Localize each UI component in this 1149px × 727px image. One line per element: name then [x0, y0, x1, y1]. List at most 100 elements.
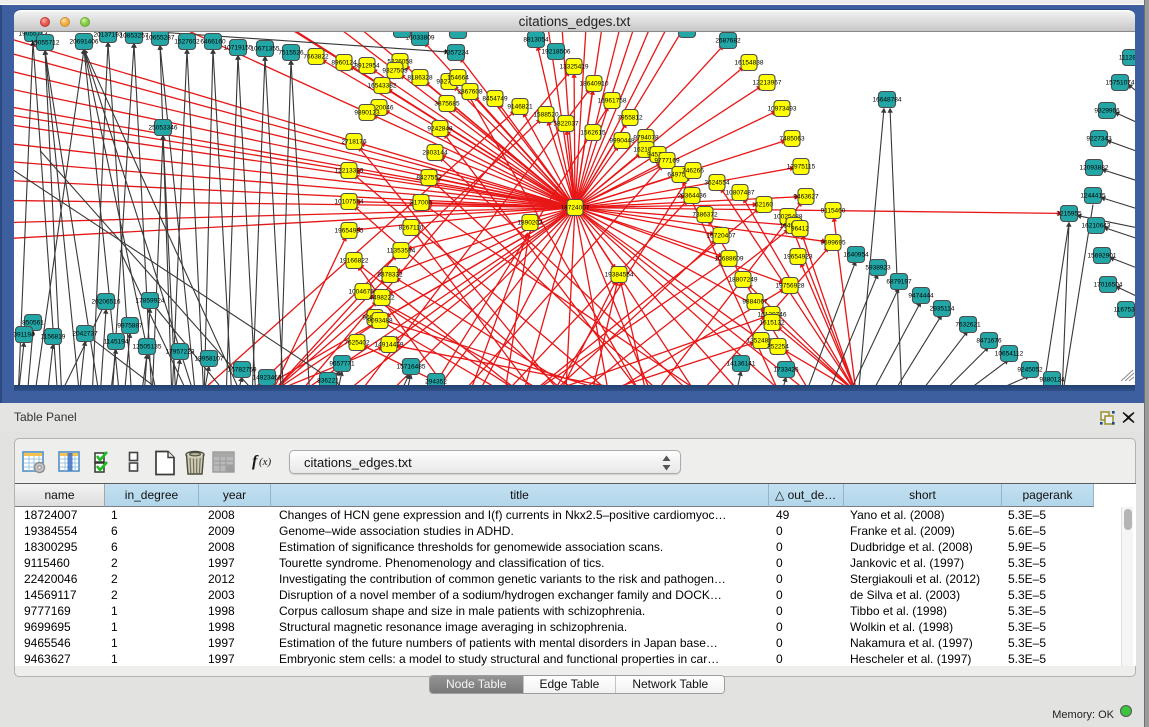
svg-text:17957223: 17957223 [166, 348, 195, 355]
svg-text:18807249: 18807249 [729, 276, 758, 283]
svg-text:9242848: 9242848 [427, 125, 453, 132]
svg-text:19654923: 19654923 [784, 253, 813, 260]
svg-text:9227343: 9227343 [1086, 135, 1112, 142]
svg-text:2867608: 2867608 [457, 88, 483, 95]
svg-text:9327503: 9327503 [382, 67, 408, 74]
svg-text:2935114: 2935114 [930, 305, 955, 312]
svg-text:6466160: 6466160 [200, 38, 226, 45]
svg-text:14136141: 14136141 [727, 360, 756, 367]
svg-text:10853257: 10853257 [120, 32, 149, 39]
svg-text:9093488: 9093488 [367, 317, 393, 324]
svg-text:9329966: 9329966 [1094, 107, 1120, 114]
svg-text:16210643: 16210643 [1082, 222, 1111, 229]
svg-text:19958107: 19958107 [195, 355, 224, 362]
svg-text:62160: 62160 [755, 201, 773, 208]
svg-text:7357224: 7357224 [443, 49, 469, 56]
svg-text:2803144: 2803144 [422, 149, 448, 156]
svg-text:19055712: 19055712 [31, 39, 60, 46]
svg-text:8186328: 8186328 [407, 74, 433, 81]
svg-text:1562615: 1562615 [580, 129, 606, 136]
svg-text:19384554: 19384554 [605, 271, 634, 278]
svg-text:19654985: 19654985 [335, 227, 364, 234]
svg-text:6879197: 6879197 [886, 278, 912, 285]
svg-text:1167534: 1167534 [1114, 306, 1135, 313]
svg-text:25053346: 25053346 [149, 124, 178, 131]
svg-text:10107554: 10107554 [335, 198, 364, 205]
svg-text:20691406: 20691406 [70, 38, 99, 45]
svg-text:20137193: 20137193 [94, 32, 123, 39]
svg-text:10973493: 10973493 [768, 105, 797, 112]
svg-text:391194: 391194 [14, 331, 35, 338]
svg-text:8878332: 8878332 [377, 271, 403, 278]
svg-text:18640910: 18640910 [580, 80, 609, 87]
svg-text:8813054: 8813054 [523, 36, 549, 43]
svg-text:16961758: 16961758 [598, 97, 627, 104]
svg-text:1527602: 1527602 [174, 38, 200, 45]
svg-text:8960124: 8960124 [331, 59, 357, 66]
svg-text:13325419: 13325419 [560, 63, 589, 70]
svg-text:9777169: 9777169 [654, 157, 680, 164]
svg-text:9146821: 9146821 [507, 103, 533, 110]
svg-text:1640954: 1640954 [843, 251, 869, 258]
svg-text:1112846: 1112846 [1119, 54, 1135, 61]
svg-text:12505135: 12505135 [133, 343, 162, 350]
svg-text:9245052: 9245052 [1017, 366, 1043, 373]
svg-text:1145194: 1145194 [104, 338, 129, 345]
svg-text:8471676: 8471676 [976, 337, 1002, 344]
svg-text:8454749: 8454749 [482, 95, 508, 102]
svg-text:9657771: 9657771 [329, 360, 355, 367]
svg-text:19756928: 19756928 [776, 282, 805, 289]
svg-text:9463627: 9463627 [793, 193, 819, 200]
svg-text:3875685: 3875685 [434, 100, 460, 107]
svg-text:4498222: 4498222 [369, 294, 395, 301]
svg-text:9884067: 9884067 [742, 298, 768, 305]
svg-text:7632621: 7632621 [955, 321, 981, 328]
svg-text:15716485: 15716485 [397, 363, 426, 370]
svg-text:836221: 836221 [317, 377, 339, 384]
svg-text:9990448: 9990448 [609, 137, 635, 144]
svg-text:19218506: 19218506 [542, 48, 571, 55]
svg-text:746266: 746266 [682, 167, 704, 174]
svg-text:9115460: 9115460 [821, 207, 846, 214]
svg-text:20206516: 20206516 [92, 298, 121, 305]
svg-text:9890123: 9890123 [354, 109, 380, 116]
svg-text:9380124: 9380124 [1039, 376, 1065, 383]
svg-text:10688609: 10688609 [715, 255, 744, 262]
svg-text:19166822: 19166822 [340, 257, 369, 264]
svg-text:850561: 850561 [22, 319, 44, 326]
svg-text:18724007: 18724007 [561, 204, 590, 211]
svg-text:11353594: 11353594 [387, 247, 416, 254]
svg-text:9794078: 9794078 [633, 134, 659, 141]
svg-text:8427552: 8427552 [416, 174, 442, 181]
svg-text:1244415: 1244415 [1080, 192, 1106, 199]
svg-text:15751074: 15751074 [1106, 79, 1135, 86]
svg-text:12213389: 12213389 [335, 167, 364, 174]
svg-text:12093882: 12093882 [1080, 164, 1109, 171]
svg-text:10671355: 10671355 [251, 45, 280, 52]
svg-text:252254: 252254 [767, 343, 789, 350]
svg-text:1733426: 1733426 [773, 366, 799, 373]
svg-text:12213967: 12213967 [753, 79, 782, 86]
svg-text:7955812: 7955812 [617, 114, 643, 121]
svg-text:5822037: 5822037 [553, 120, 579, 127]
svg-text:7663822: 7663822 [303, 53, 329, 60]
svg-text:17016504: 17016504 [1094, 281, 1123, 288]
svg-text:3215955: 3215955 [1056, 210, 1082, 217]
svg-text:154664: 154664 [447, 74, 469, 81]
svg-text:(x): (x) [259, 456, 272, 468]
svg-text:12975115: 12975115 [787, 163, 816, 170]
svg-text:7515526: 7515526 [278, 49, 304, 56]
svg-text:9474444: 9474444 [908, 292, 934, 299]
svg-text:3624554: 3624554 [704, 179, 730, 186]
svg-text:817006: 817006 [410, 199, 432, 206]
svg-text:16154838: 16154838 [735, 59, 764, 66]
svg-text:1156819: 1156819 [41, 333, 66, 340]
svg-text:14923466: 14923466 [253, 374, 282, 381]
svg-text:16782759: 16782759 [228, 366, 257, 373]
svg-text:1588520: 1588520 [533, 111, 559, 118]
svg-text:8912954: 8912954 [354, 62, 380, 69]
svg-text:1615132: 1615132 [759, 319, 785, 326]
svg-text:7485063: 7485063 [779, 135, 805, 142]
svg-text:15720407: 15720407 [707, 232, 736, 239]
svg-text:10807487: 10807487 [726, 189, 755, 196]
